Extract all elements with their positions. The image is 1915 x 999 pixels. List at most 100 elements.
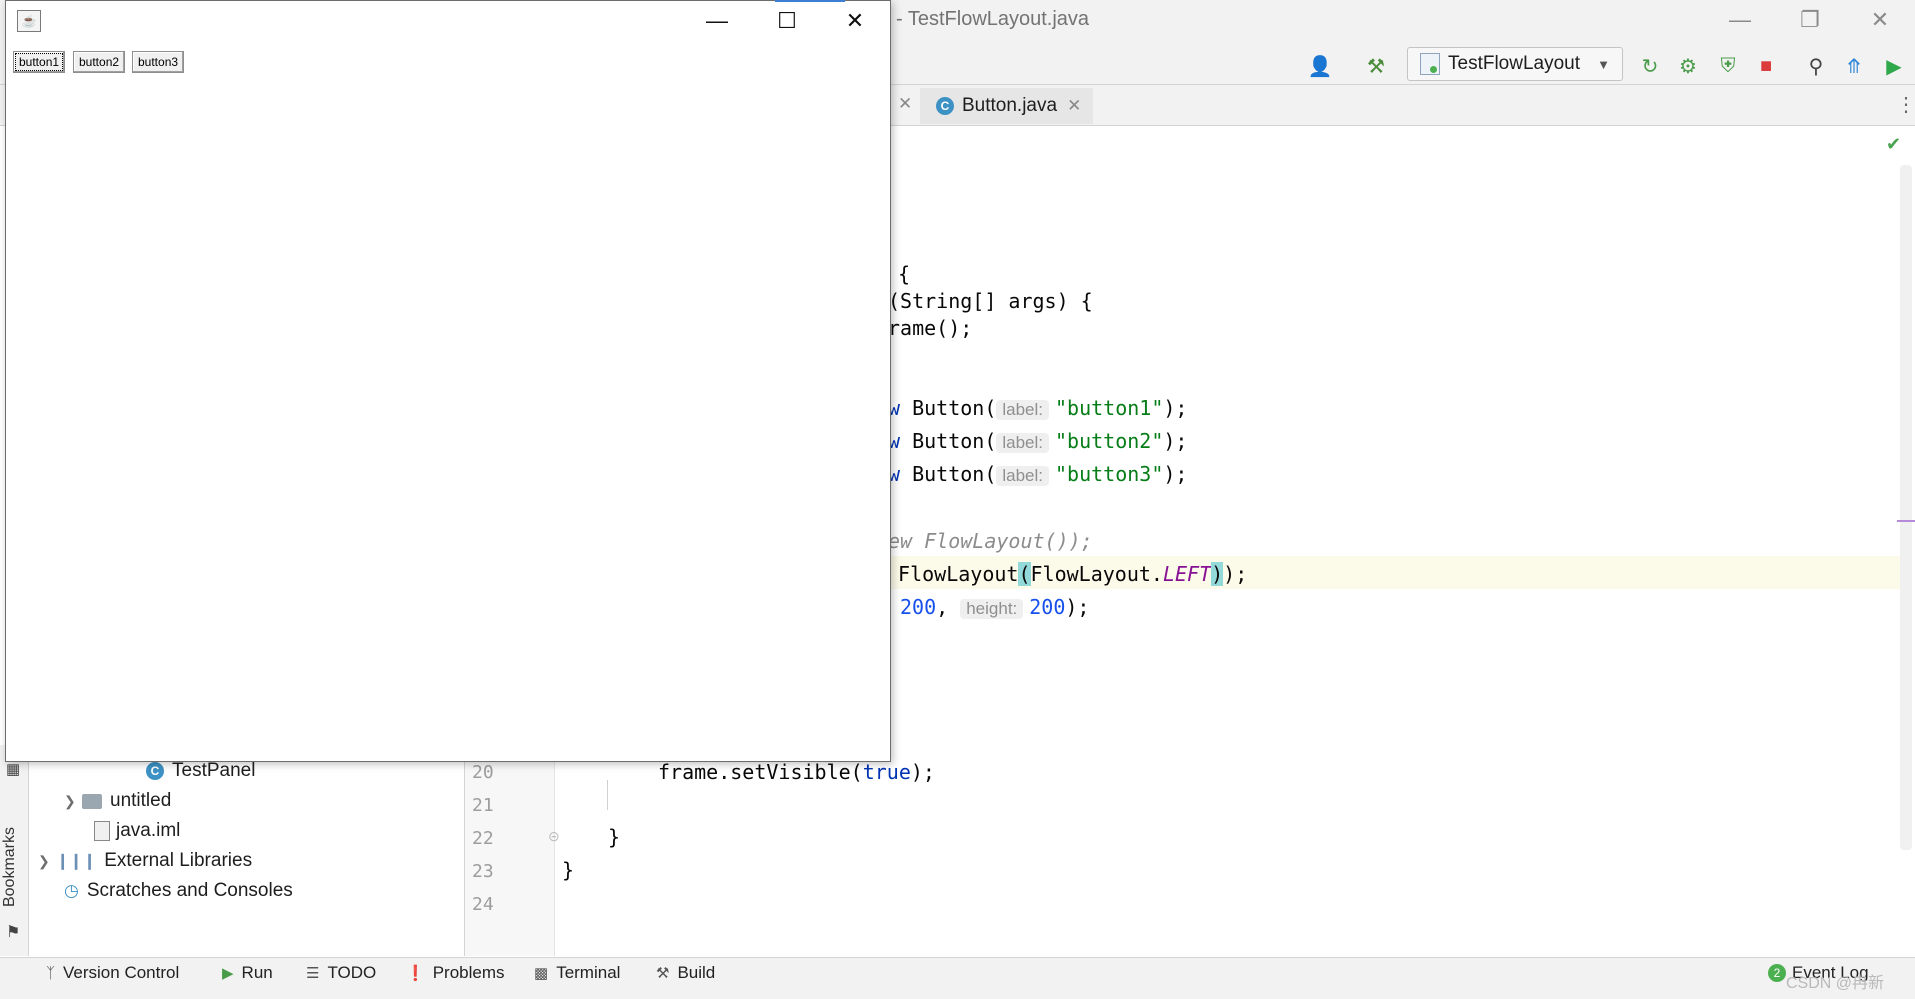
tool-window-bar xyxy=(0,957,1915,992)
tree-item-label: java.iml xyxy=(116,820,181,841)
bookmark-icon[interactable]: ⚑ xyxy=(6,922,20,942)
code-end: ); xyxy=(1163,462,1188,486)
version-control-tab[interactable]: ᛉ Version Control xyxy=(46,963,179,983)
code-end: ); xyxy=(910,760,935,784)
file-icon xyxy=(94,821,110,841)
class-icon: C xyxy=(146,762,164,780)
hammer-icon: ⚒ xyxy=(656,965,670,982)
java-frame-window[interactable]: ☕ — ☐ ✕ button1 button2 button3 xyxy=(5,0,891,762)
code-line: w Button(label: "button2"); xyxy=(888,429,1187,453)
problems-tab[interactable]: ❗ Problems xyxy=(406,963,505,983)
code-call: FlowLayout xyxy=(886,562,1019,586)
code-line: (String[] args) { xyxy=(888,289,1093,313)
chevron-right-icon[interactable]: ❯ xyxy=(64,793,82,810)
stop-icon[interactable]: ■ xyxy=(1752,52,1780,80)
problems-icon: ❗ xyxy=(406,965,425,982)
tool-tab-label: Build xyxy=(677,963,716,982)
watermark: CSDN @冉新 xyxy=(1786,975,1885,992)
code-string: "button1" xyxy=(1055,396,1164,420)
tool-tab-label: Run xyxy=(241,963,273,982)
code-line: rame(); xyxy=(888,316,973,340)
structure-icon[interactable]: ▦ xyxy=(6,760,20,778)
code-line: w Button(label: "button1"); xyxy=(888,396,1187,420)
tool-tab-label: TODO xyxy=(327,963,377,982)
tree-item-testpanel[interactable]: C TestPanel xyxy=(146,760,255,782)
line-number: 23 xyxy=(472,861,494,882)
tree-item-java-iml[interactable]: java.iml xyxy=(94,820,180,842)
minimize-icon[interactable]: — xyxy=(1710,0,1770,40)
run-tab[interactable]: ▶ Run xyxy=(222,963,273,983)
inspection-ok-icon[interactable]: ✔ xyxy=(1886,134,1901,155)
background-window-accent xyxy=(775,0,845,2)
code-line: 200, height: 200); xyxy=(900,595,1089,619)
chevron-right-icon[interactable]: ❯ xyxy=(38,853,56,870)
code-arg: FlowLayout. xyxy=(1030,562,1163,586)
frame-close-icon[interactable]: ✕ xyxy=(820,1,890,41)
library-icon: ❙❙❙ xyxy=(56,853,97,870)
code-end: ); xyxy=(1163,396,1188,420)
tool-tab-label: Version Control xyxy=(63,963,180,982)
parameter-hint: label: xyxy=(996,400,1050,420)
run-configuration-label: TestFlowLayout xyxy=(1448,53,1581,74)
line-number: 22 xyxy=(472,828,494,849)
scroll-marker xyxy=(1897,520,1915,522)
user-icon[interactable]: 👤 xyxy=(1306,52,1334,80)
frame-maximize-icon[interactable]: ☐ xyxy=(752,1,822,41)
more-tabs-icon[interactable]: ⋮ xyxy=(1896,92,1915,117)
tab-close-icon[interactable]: ✕ xyxy=(1067,96,1081,116)
code-with-me-icon[interactable]: ▶ xyxy=(1880,52,1908,80)
search-icon[interactable]: ⚲ xyxy=(1802,52,1830,80)
update-icon[interactable]: ⤊ xyxy=(1840,52,1868,80)
build-hammer-icon[interactable]: ⚒ xyxy=(1362,52,1390,80)
code-keyword: true xyxy=(862,760,911,784)
rerun-icon[interactable]: ↻ xyxy=(1636,52,1664,80)
todo-tab[interactable]: ☰ TODO xyxy=(306,963,376,983)
code-string: "button2" xyxy=(1055,429,1164,453)
line-number: 20 xyxy=(472,762,494,783)
code-line: FlowLayout(FlowLayout.LEFT)); xyxy=(886,562,1247,586)
tree-item-scratches[interactable]: ◷ Scratches and Consoles xyxy=(64,880,293,902)
scratches-icon: ◷ xyxy=(64,881,79,900)
chevron-down-icon: ▼ xyxy=(1597,56,1610,72)
debug-icon[interactable]: ⚙ xyxy=(1674,52,1702,80)
list-icon: ☰ xyxy=(306,965,320,982)
parameter-hint: label: xyxy=(996,466,1050,486)
branch-icon: ᛉ xyxy=(46,964,56,982)
code-line: } xyxy=(562,858,575,882)
paren-highlight: ) xyxy=(1211,562,1224,586)
tree-item-label: External Libraries xyxy=(104,850,253,871)
code-line: } xyxy=(608,825,621,849)
tab-label: Button.java xyxy=(962,95,1058,116)
paren-highlight: ( xyxy=(1018,562,1031,586)
tree-item-untitled[interactable]: ❯ untitled xyxy=(64,790,171,812)
code-line: w Button(label: "button3"); xyxy=(888,462,1187,486)
frame-minimize-icon[interactable]: — xyxy=(682,1,752,41)
code-call: frame.setVisible( xyxy=(658,760,863,784)
bookmarks-tab[interactable]: Bookmarks xyxy=(1,827,19,907)
coverage-icon[interactable]: ⛨ xyxy=(1714,52,1742,80)
application-config-icon xyxy=(1420,53,1440,75)
line-number: 24 xyxy=(472,894,494,915)
run-configuration-select[interactable]: TestFlowLayout ▼ xyxy=(1407,47,1623,81)
tab-close-icon[interactable]: ✕ xyxy=(898,94,912,114)
parameter-hint: height: xyxy=(960,599,1024,619)
terminal-icon: ▩ xyxy=(534,965,549,982)
class-icon: C xyxy=(936,97,954,115)
awt-button-1[interactable]: button1 xyxy=(13,51,66,73)
editor-scrollbar[interactable] xyxy=(1900,165,1912,850)
parameter-hint: label: xyxy=(996,433,1050,453)
build-tab[interactable]: ⚒ Build xyxy=(656,963,715,983)
terminal-tab[interactable]: ▩ Terminal xyxy=(534,963,620,983)
tab-button-java[interactable]: C Button.java ✕ xyxy=(920,88,1094,124)
code-static-field: LEFT xyxy=(1162,562,1212,586)
fold-icon[interactable]: ⊝ xyxy=(548,828,560,845)
code-number: 200 xyxy=(1029,595,1066,619)
restore-icon[interactable]: ❐ xyxy=(1780,0,1840,40)
awt-button-2[interactable]: button2 xyxy=(73,51,126,73)
ide-window-title: - TestFlowLayout.java xyxy=(896,8,1090,30)
code-call: Button( xyxy=(900,396,997,420)
close-icon[interactable]: ✕ xyxy=(1850,0,1910,40)
awt-button-3[interactable]: button3 xyxy=(132,51,185,73)
tree-item-external-libraries[interactable]: ❯ ❙❙❙ External Libraries xyxy=(38,850,252,872)
code-call: Button( xyxy=(900,429,997,453)
